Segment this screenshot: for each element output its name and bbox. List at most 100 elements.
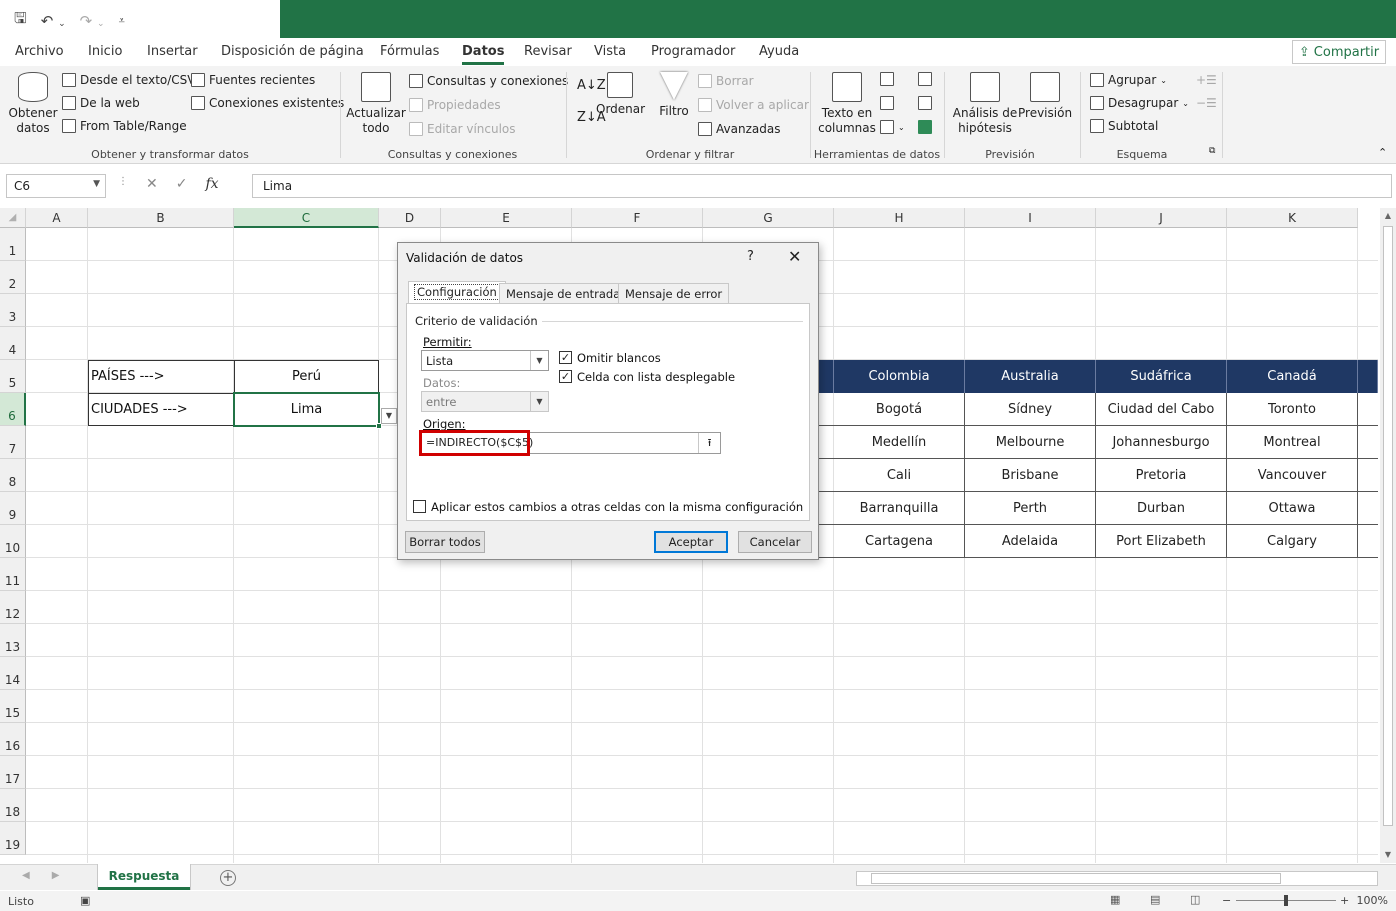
column-header-f[interactable]: F bbox=[572, 208, 703, 228]
tab-programador[interactable]: Programador bbox=[651, 44, 735, 59]
redo-icon[interactable]: ↷ ⌄ bbox=[80, 12, 105, 30]
row-header-16[interactable]: 16 bbox=[0, 723, 26, 756]
in-cell-dropdown-checkbox[interactable]: ✓ bbox=[559, 370, 572, 383]
customize-qat-icon[interactable]: ⩡ bbox=[119, 14, 125, 28]
table-header-cell[interactable]: Canadá bbox=[1227, 360, 1358, 393]
row-header-5[interactable]: 5 bbox=[0, 360, 26, 393]
row-header-3[interactable]: 3 bbox=[0, 294, 26, 327]
table-cell[interactable]: Ottawa bbox=[1227, 492, 1358, 525]
row-header-14[interactable]: 14 bbox=[0, 657, 26, 690]
column-header-k[interactable]: K bbox=[1227, 208, 1358, 228]
cell-b6[interactable]: CIUDADES ---> bbox=[91, 393, 231, 426]
relationships-button[interactable] bbox=[918, 96, 932, 110]
text-to-columns-button[interactable]: Texto en columnas bbox=[818, 72, 876, 136]
tab-ayuda[interactable]: Ayuda bbox=[759, 44, 799, 59]
consolidate-button[interactable] bbox=[918, 72, 932, 86]
collapse-ribbon-button[interactable]: ⌃ bbox=[1378, 146, 1387, 159]
scroll-thumb[interactable] bbox=[1383, 226, 1393, 826]
tab-archivo[interactable]: Archivo bbox=[15, 44, 64, 59]
existing-connections-button[interactable]: Conexiones existentes bbox=[191, 96, 344, 110]
validation-dropdown-arrow[interactable]: ▼ bbox=[381, 408, 397, 424]
show-detail-button[interactable]: +☰ bbox=[1196, 73, 1217, 87]
table-cell[interactable]: Calgary bbox=[1227, 525, 1358, 558]
zoom-level[interactable]: 100% bbox=[1357, 894, 1388, 907]
table-cell[interactable]: Port Elizabeth bbox=[1096, 525, 1227, 558]
hide-detail-button[interactable]: −☰ bbox=[1196, 96, 1217, 110]
page-layout-icon[interactable]: ▤ bbox=[1150, 893, 1160, 906]
horizontal-scrollbar[interactable] bbox=[856, 871, 1378, 886]
row-header-6[interactable]: 6 bbox=[0, 393, 26, 426]
column-header-i[interactable]: I bbox=[965, 208, 1096, 228]
table-cell[interactable]: Perth bbox=[965, 492, 1096, 525]
row-header-7[interactable]: 7 bbox=[0, 426, 26, 459]
table-header-cell[interactable]: Australia bbox=[965, 360, 1096, 393]
row-header-8[interactable]: 8 bbox=[0, 459, 26, 492]
row-header-12[interactable]: 12 bbox=[0, 591, 26, 624]
formula-input[interactable]: Lima bbox=[252, 174, 1392, 198]
tab-mensaje-entrada[interactable]: Mensaje de entrada bbox=[499, 283, 628, 303]
row-header-13[interactable]: 13 bbox=[0, 624, 26, 657]
table-cell[interactable]: Barranquilla bbox=[834, 492, 965, 525]
table-cell[interactable]: Cali bbox=[834, 459, 965, 492]
table-cell[interactable]: Adelaida bbox=[965, 525, 1096, 558]
row-header-18[interactable]: 18 bbox=[0, 789, 26, 822]
table-cell[interactable]: Cartagena bbox=[834, 525, 965, 558]
refresh-all-button[interactable]: Actualizar todo bbox=[346, 72, 406, 136]
table-cell[interactable]: Bogotá bbox=[834, 393, 965, 426]
undo-icon[interactable]: ↶ ⌄ bbox=[41, 12, 66, 30]
column-header-b[interactable]: B bbox=[88, 208, 234, 228]
edit-links-button[interactable]: Editar vínculos bbox=[409, 122, 516, 136]
tab-formulas[interactable]: Fórmulas bbox=[380, 44, 439, 59]
table-cell[interactable]: Johannesburgo bbox=[1096, 426, 1227, 459]
get-data-button[interactable]: Obtener datos bbox=[8, 72, 58, 136]
insert-function-icon[interactable]: fx bbox=[205, 176, 218, 192]
active-cell-c6[interactable] bbox=[233, 392, 380, 427]
cancel-button[interactable]: Cancelar bbox=[738, 531, 812, 553]
zoom-out-icon[interactable]: − bbox=[1222, 894, 1231, 907]
normal-view-icon[interactable]: ▦ bbox=[1110, 893, 1120, 906]
source-input[interactable]: =INDIRECTO($C$5) ⭱ bbox=[419, 430, 721, 456]
row-header-11[interactable]: 11 bbox=[0, 558, 26, 591]
allow-select[interactable]: Lista ▼ bbox=[421, 350, 549, 371]
reapply-button[interactable]: Volver a aplicar bbox=[698, 98, 809, 112]
tab-mensaje-error[interactable]: Mensaje de error bbox=[618, 283, 730, 303]
page-break-icon[interactable]: ◫ bbox=[1190, 893, 1200, 906]
row-header-17[interactable]: 17 bbox=[0, 756, 26, 789]
from-text-button[interactable]: Desde el texto/CSV bbox=[62, 73, 196, 87]
scroll-up-icon[interactable]: ▲ bbox=[1383, 211, 1393, 221]
zoom-slider-thumb[interactable] bbox=[1284, 895, 1288, 906]
column-header-j[interactable]: J bbox=[1096, 208, 1227, 228]
table-cell[interactable]: Pretoria bbox=[1096, 459, 1227, 492]
remove-duplicates-button[interactable] bbox=[880, 96, 894, 110]
share-button[interactable]: ⇪ Compartir bbox=[1292, 40, 1386, 64]
column-header-e[interactable]: E bbox=[441, 208, 572, 228]
add-sheet-icon[interactable]: + bbox=[220, 870, 236, 886]
table-cell[interactable]: Montreal bbox=[1227, 426, 1358, 459]
what-if-analysis-button[interactable]: Análisis de hipótesis bbox=[952, 72, 1018, 136]
from-table-button[interactable]: From Table/Range bbox=[62, 119, 187, 133]
tab-insertar[interactable]: Insertar bbox=[147, 44, 198, 59]
flash-fill-button[interactable] bbox=[880, 72, 894, 86]
column-header-g[interactable]: G bbox=[703, 208, 834, 228]
forecast-sheet-button[interactable]: Previsión bbox=[1018, 72, 1072, 121]
tab-revisar[interactable]: Revisar bbox=[524, 44, 572, 59]
row-header-1[interactable]: 1 bbox=[0, 228, 26, 261]
tab-disposicion[interactable]: Disposición de página bbox=[221, 44, 364, 59]
vertical-scrollbar[interactable]: ▲ ▼ bbox=[1380, 208, 1396, 863]
sort-button[interactable]: Ordenar bbox=[596, 72, 645, 117]
table-cell[interactable]: Melbourne bbox=[965, 426, 1096, 459]
tab-datos[interactable]: Datos bbox=[462, 44, 505, 65]
row-header-15[interactable]: 15 bbox=[0, 690, 26, 723]
name-box[interactable]: C6 ▼ bbox=[6, 174, 106, 198]
help-button[interactable]: ? bbox=[747, 249, 754, 264]
scroll-thumb[interactable] bbox=[871, 873, 1281, 884]
clear-all-button[interactable]: Borrar todos bbox=[405, 531, 485, 553]
column-header-d[interactable]: D bbox=[379, 208, 441, 228]
from-web-button[interactable]: De la web bbox=[62, 96, 140, 110]
row-header-10[interactable]: 10 bbox=[0, 525, 26, 558]
table-cell[interactable]: Medellín bbox=[834, 426, 965, 459]
cell-c5[interactable]: Perú bbox=[237, 360, 376, 393]
table-cell[interactable]: Brisbane bbox=[965, 459, 1096, 492]
data-validation-button[interactable]: ⌄ bbox=[880, 120, 905, 134]
subtotal-button[interactable]: Subtotal bbox=[1090, 119, 1158, 133]
